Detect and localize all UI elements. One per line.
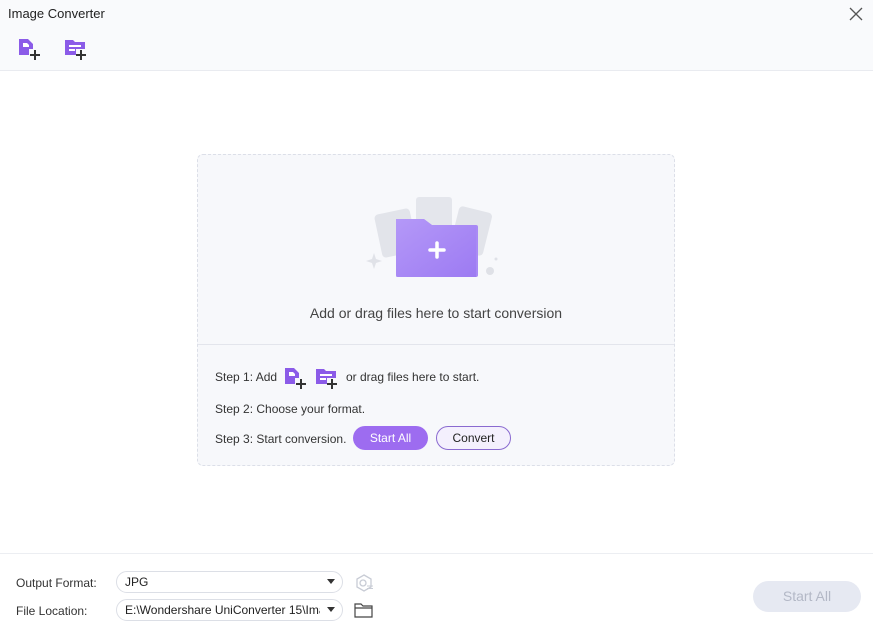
window-title: Image Converter: [8, 6, 105, 21]
title-bar: Image Converter: [0, 0, 873, 71]
folder-plus-illustration: [366, 197, 498, 277]
step-1-suffix: or drag files here to start.: [346, 370, 480, 384]
add-file-icon: [285, 368, 306, 389]
step-add-folder-button[interactable]: [314, 365, 340, 391]
step-2-label: Step 2: Choose your format.: [215, 402, 366, 416]
step-add-file-button[interactable]: [283, 365, 309, 391]
step-1-label: Step 1: Add: [215, 370, 278, 384]
settings-icon: [356, 574, 373, 592]
output-format-select[interactable]: JPG: [116, 571, 343, 593]
output-format-value: JPG: [125, 575, 149, 589]
add-folder-icon: [65, 40, 86, 60]
file-location-select[interactable]: E:\Wondershare UniConverter 15\Image Out…: [116, 599, 343, 621]
add-file-icon: [19, 39, 40, 60]
close-icon: [849, 7, 863, 21]
bottom-bar: Output Format: JPG File Location: E:\Won…: [0, 553, 873, 636]
drop-target[interactable]: Add or drag files here to start conversi…: [198, 155, 674, 344]
add-file-button[interactable]: [17, 36, 43, 62]
output-format-label: Output Format:: [16, 576, 97, 590]
file-location-value: E:\Wondershare UniConverter 15\Image Out…: [125, 603, 320, 617]
start-all-button-inline[interactable]: Start All: [353, 426, 428, 450]
convert-button[interactable]: Convert: [436, 426, 511, 450]
close-button[interactable]: [847, 5, 865, 23]
start-all-button[interactable]: Start All: [753, 581, 861, 612]
drop-zone[interactable]: Add or drag files here to start conversi…: [197, 154, 675, 466]
chevron-down-icon: [327, 579, 335, 584]
step-3-label: Step 3: Start conversion.: [215, 432, 347, 446]
add-folder-button[interactable]: [63, 36, 89, 62]
divider: [198, 344, 674, 345]
chevron-down-icon: [327, 607, 335, 612]
folder-icon[interactable]: [354, 602, 373, 618]
drop-prompt: Add or drag files here to start conversi…: [309, 305, 563, 321]
file-location-label: File Location:: [16, 604, 88, 618]
add-folder-icon: [316, 369, 337, 389]
